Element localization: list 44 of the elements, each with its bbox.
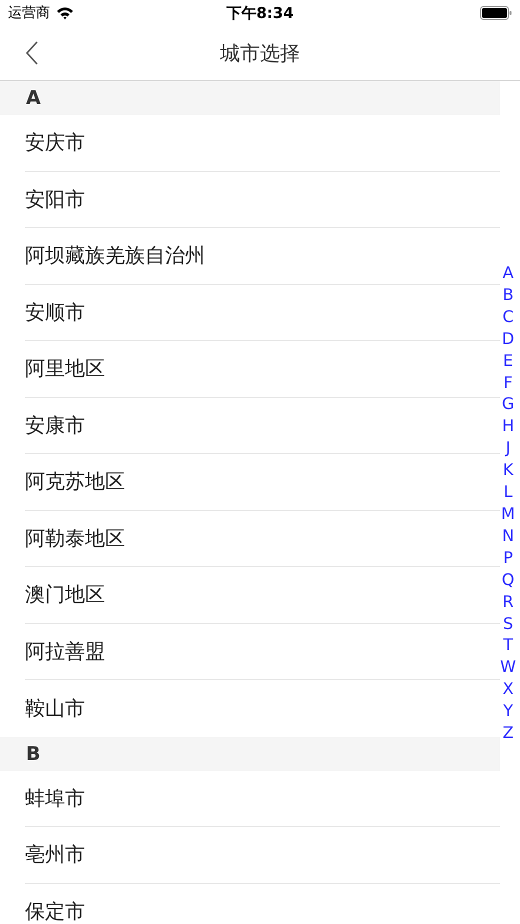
section-header: B: [0, 736, 500, 770]
index-letter[interactable]: T: [503, 634, 513, 656]
city-row[interactable]: 蚌埠市: [25, 770, 500, 827]
city-row[interactable]: 亳州市: [25, 827, 500, 884]
index-letter[interactable]: K: [502, 459, 514, 482]
index-letter[interactable]: A: [502, 262, 514, 284]
section-header: A: [0, 81, 500, 115]
city-row[interactable]: 阿拉善盟: [25, 624, 500, 680]
index-letter[interactable]: C: [502, 306, 514, 328]
index-letter[interactable]: G: [502, 393, 514, 416]
index-letter[interactable]: F: [503, 372, 513, 394]
index-letter[interactable]: S: [503, 612, 514, 634]
index-letter[interactable]: B: [502, 284, 514, 306]
city-row[interactable]: 安庆市: [25, 115, 500, 172]
index-letter[interactable]: H: [502, 415, 514, 438]
clock-time: 下午8:34: [226, 4, 294, 22]
index-letter[interactable]: E: [503, 350, 514, 372]
wifi-icon: [56, 6, 74, 20]
index-letter[interactable]: D: [502, 328, 514, 350]
city-row[interactable]: 阿里地区: [25, 341, 500, 398]
city-row[interactable]: 澳门地区: [25, 567, 500, 624]
index-letter[interactable]: M: [501, 502, 515, 525]
battery-icon: [480, 6, 512, 20]
chevron-left-icon: [25, 41, 39, 65]
city-row[interactable]: 安顺市: [25, 284, 500, 341]
index-letter[interactable]: R: [502, 590, 514, 612]
page-title: 城市选择: [220, 40, 300, 66]
city-row[interactable]: 安阳市: [25, 172, 500, 228]
index-letter[interactable]: X: [502, 678, 514, 700]
city-row[interactable]: 安康市: [25, 398, 500, 454]
index-letter[interactable]: P: [503, 546, 513, 569]
city-row[interactable]: 鞍山市: [25, 680, 500, 736]
index-letter[interactable]: Q: [502, 568, 514, 591]
city-row[interactable]: 保定市: [25, 884, 500, 924]
city-row[interactable]: 阿克苏地区: [25, 454, 500, 510]
carrier-name: 运营商: [8, 4, 50, 22]
index-letter[interactable]: L: [504, 481, 513, 503]
city-row[interactable]: 阿坝藏族羌族自治州: [25, 228, 500, 284]
index-letter[interactable]: N: [502, 524, 514, 547]
index-letter[interactable]: Y: [503, 700, 513, 722]
index-letter[interactable]: Z: [502, 722, 514, 744]
index-letter[interactable]: W: [500, 656, 516, 678]
city-row[interactable]: 阿勒泰地区: [25, 510, 500, 567]
index-letter[interactable]: J: [506, 437, 510, 460]
